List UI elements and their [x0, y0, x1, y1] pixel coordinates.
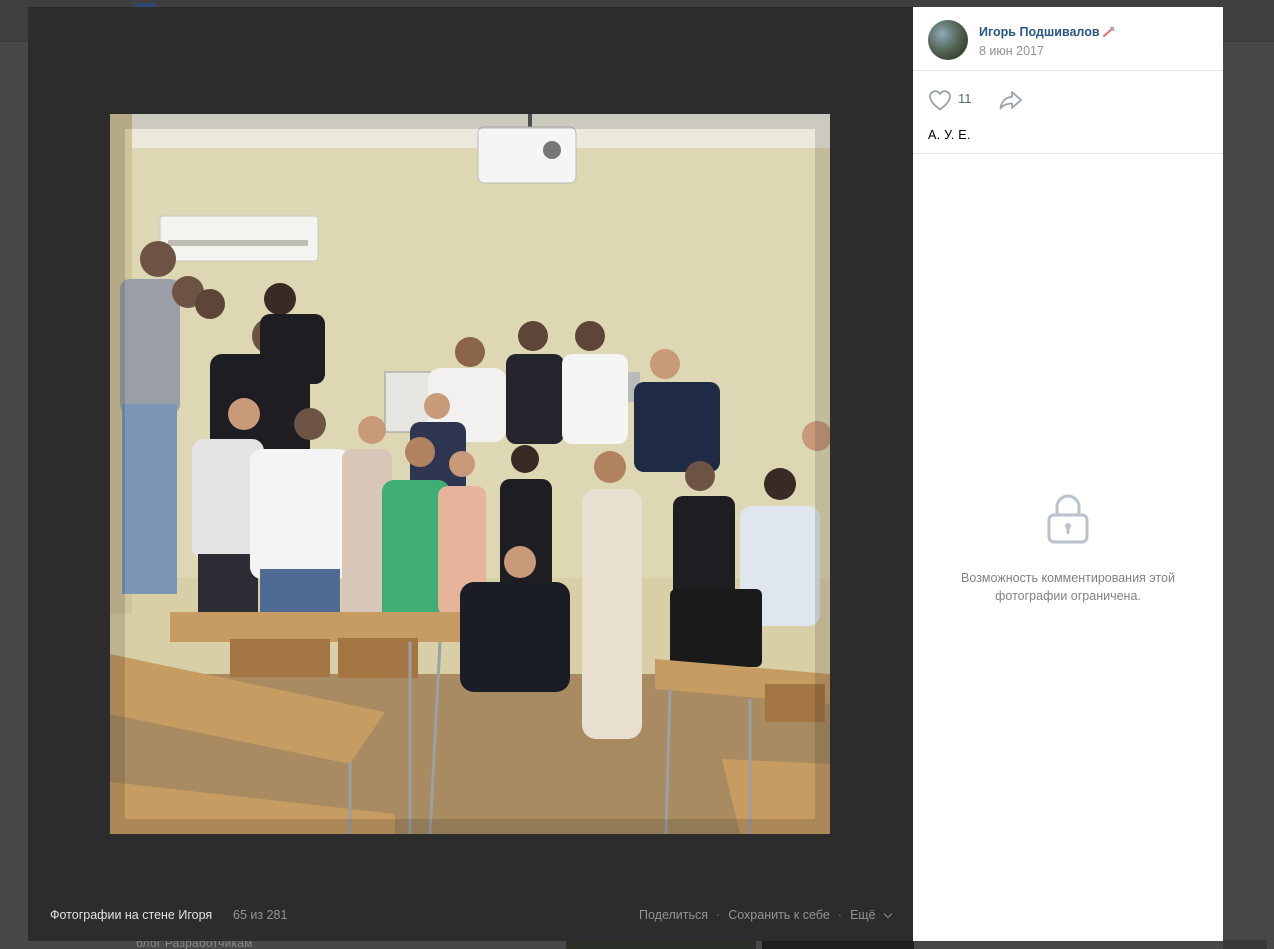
lock-icon — [1047, 494, 1089, 544]
viewer-footer: Фотографии на стене Игоря 65 из 281 Поде… — [28, 889, 913, 941]
share-arrow-icon[interactable] — [998, 89, 1024, 111]
album-title-link[interactable]: Фотографии на стене Игоря — [50, 908, 212, 922]
separator-dot: · — [716, 908, 721, 922]
post-header: Игорь Подшивалов 8 июн 2017 — [913, 7, 1223, 71]
more-button[interactable]: Ещё — [849, 908, 893, 922]
save-to-self-button[interactable]: Сохранить к себе — [728, 908, 830, 922]
viewer-actions: Поделиться · Сохранить к себе · Ещё — [639, 908, 893, 922]
like-count[interactable]: 11 — [958, 91, 972, 106]
author-name-link[interactable]: Игорь Подшивалов — [979, 25, 1100, 39]
separator-dot: · — [837, 908, 842, 922]
pen-icon — [1103, 26, 1115, 37]
author-avatar[interactable] — [928, 20, 968, 60]
photo-side-panel: Игорь Подшивалов 8 июн 2017 11 А. У. Е. … — [913, 7, 1223, 941]
background-thumbnail — [566, 940, 756, 949]
background-thumbnail — [1223, 940, 1267, 949]
heart-icon[interactable] — [928, 89, 952, 111]
chevron-down-icon — [883, 909, 893, 919]
photo[interactable] — [110, 114, 830, 834]
post-date[interactable]: 8 июн 2017 — [979, 44, 1044, 58]
group-photo-image — [110, 114, 830, 834]
photo-viewer: Фотографии на стене Игоря 65 из 281 Поде… — [28, 7, 913, 941]
comments-restricted-message: Возможность комментирования этой фотогра… — [961, 571, 1175, 603]
background-thumbnail — [762, 940, 914, 949]
photo-caption: А. У. Е. — [928, 128, 971, 142]
more-label: Ещё — [849, 908, 876, 922]
photo-position-counter: 65 из 281 — [233, 908, 288, 922]
share-button[interactable]: Поделиться — [639, 908, 708, 922]
post-meta: 11 А. У. Е. — [913, 71, 1223, 154]
